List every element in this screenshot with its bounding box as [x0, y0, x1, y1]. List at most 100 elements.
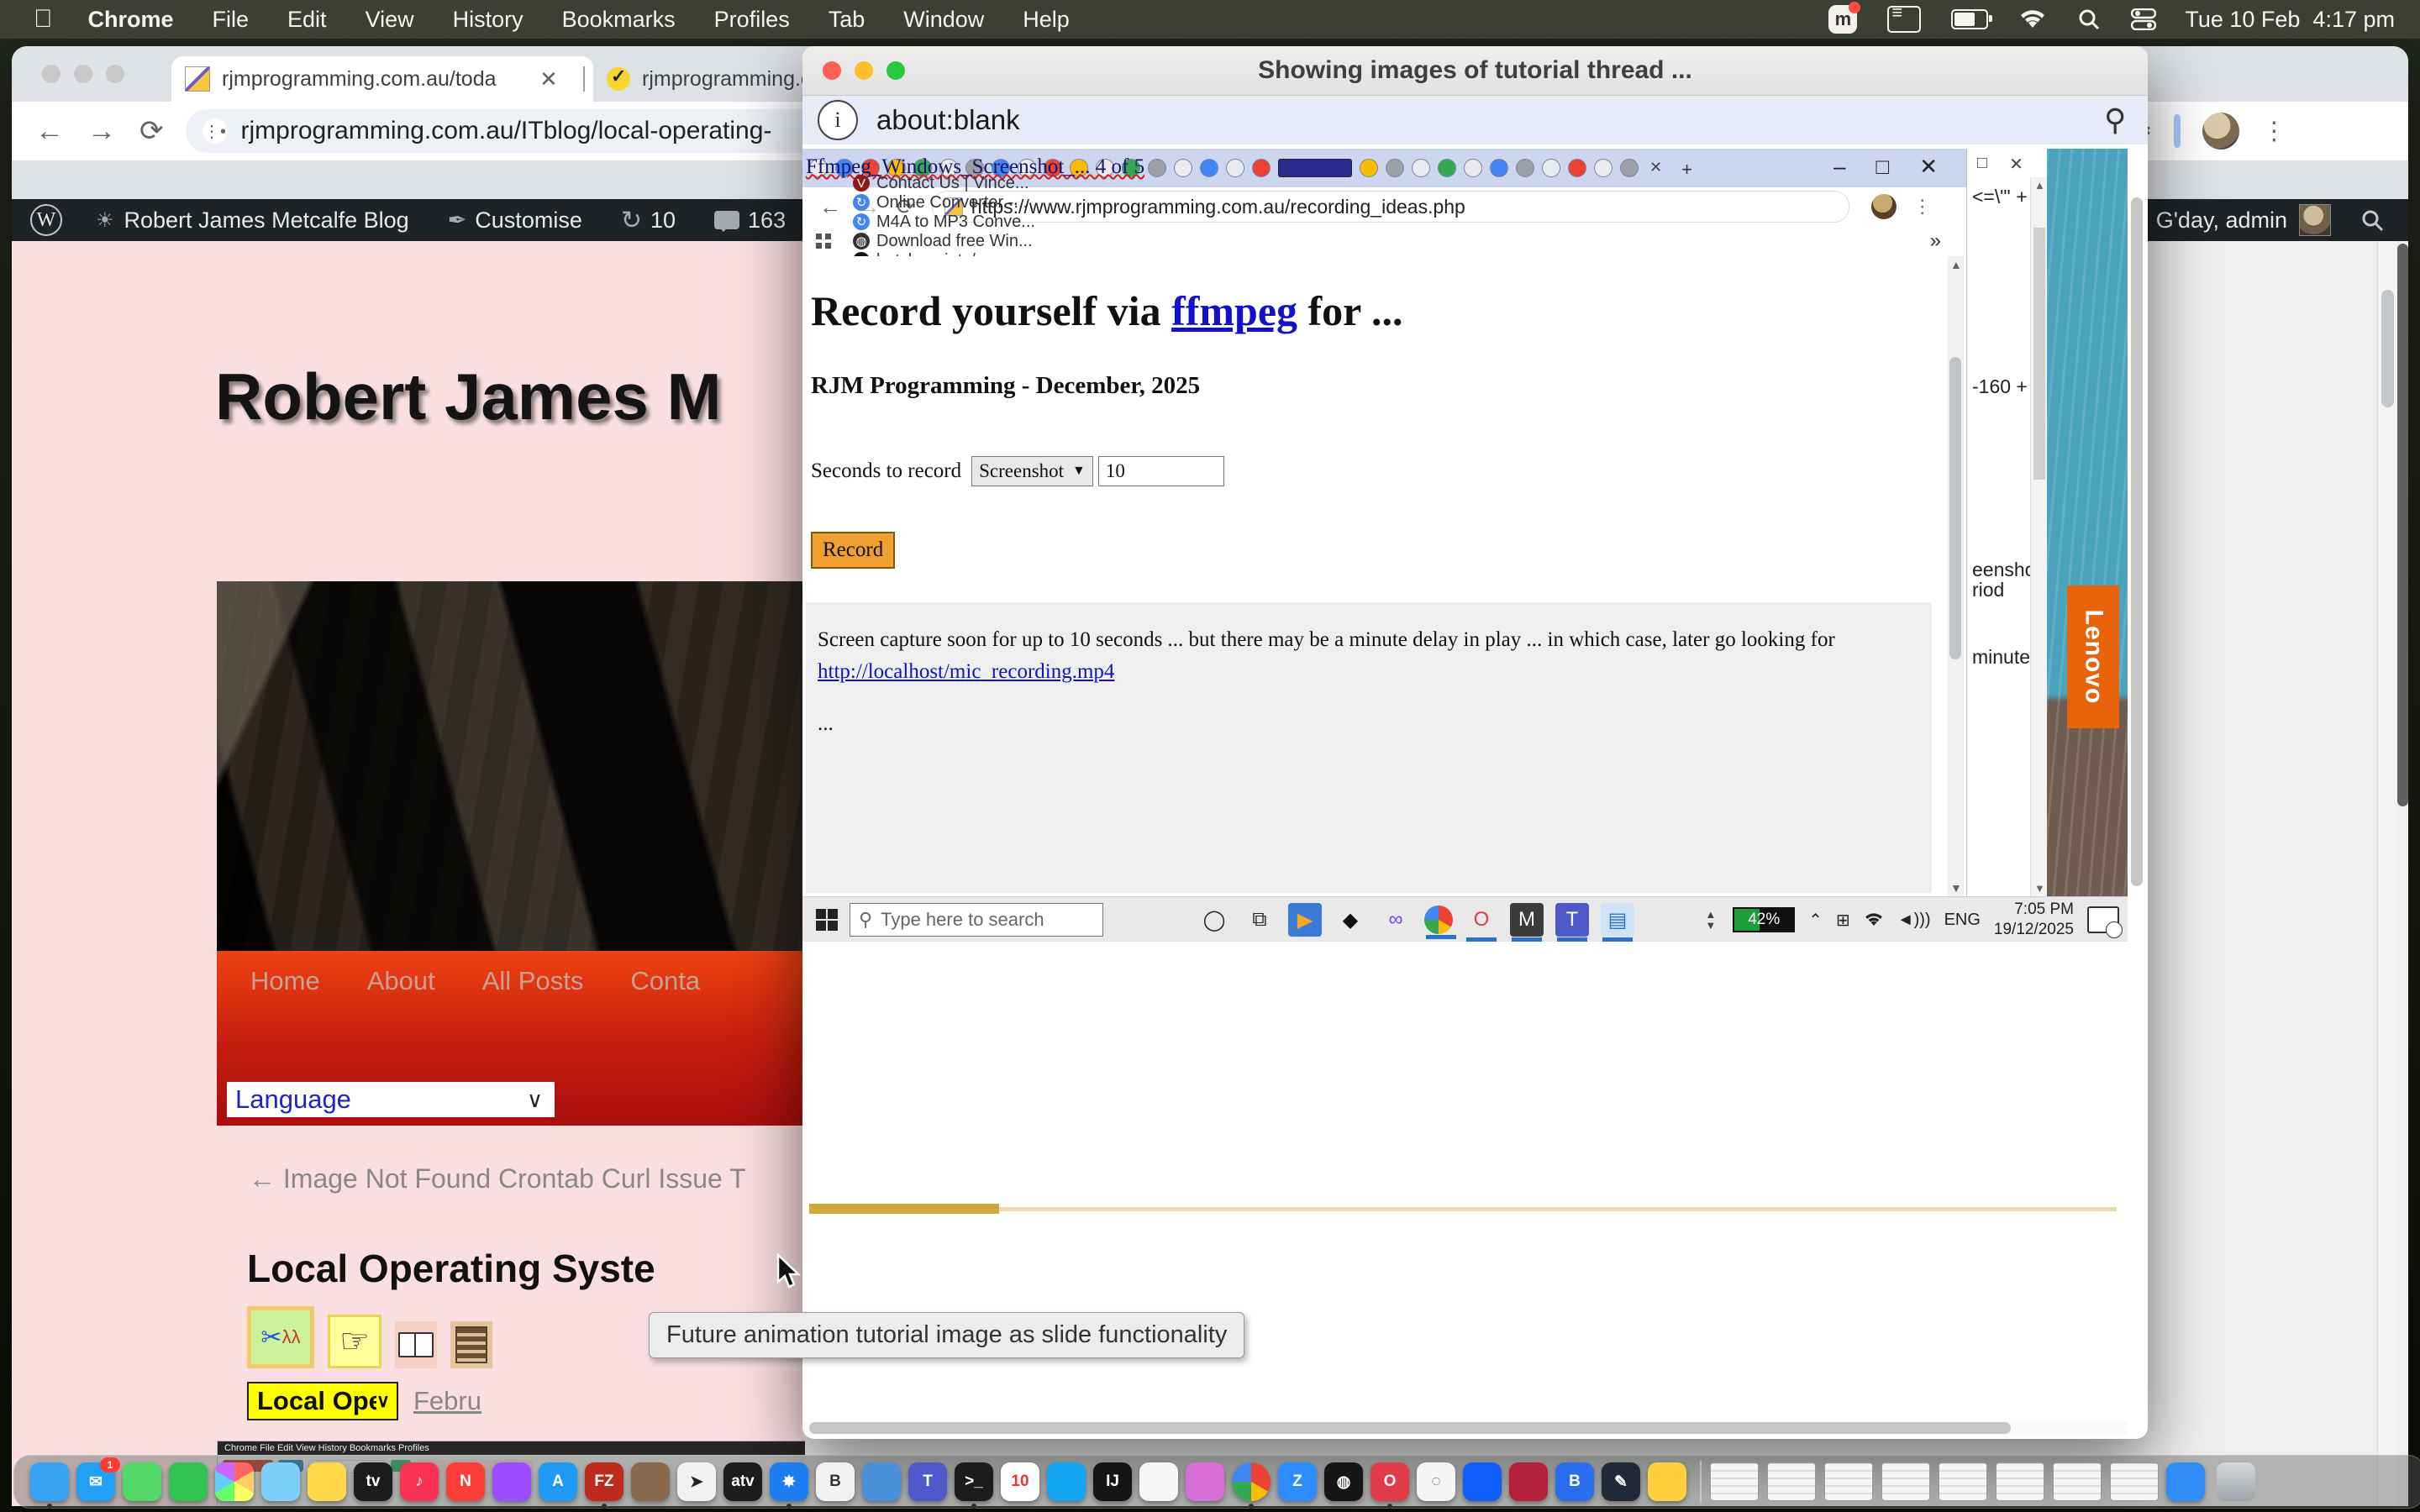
minimize-window-button[interactable] — [855, 61, 873, 80]
updates-count[interactable]: 10 — [650, 207, 676, 234]
previous-post-link[interactable]: ← Image Not Found Crontab Curl Issue T — [249, 1163, 746, 1194]
tab-blog[interactable]: rjmprogramming.com.au/toda ✕ — [171, 56, 593, 102]
mastodon-icon[interactable]: M — [1510, 903, 1544, 937]
popup-horizontal-scrollbar[interactable] — [802, 1420, 2128, 1436]
tutorial-screenshot-image[interactable]: ✕+ Ffmpeg_Windows_Screenshot_... 4 of 5 … — [802, 149, 2128, 942]
minimize-window-button[interactable] — [74, 65, 92, 83]
admin-search-icon[interactable] — [2360, 207, 2385, 233]
bluetooth-icon[interactable]: B — [1555, 1462, 1594, 1501]
apple-menu-icon[interactable]:  — [34, 5, 53, 34]
seconds-input[interactable]: 10 — [1098, 456, 1224, 486]
task-view-icon[interactable]: ⧉ — [1243, 903, 1276, 937]
inner-tab-favicon[interactable] — [1594, 159, 1612, 177]
mail-icon[interactable]: ✉1 — [76, 1462, 115, 1501]
inner-tab-favicon[interactable] — [1252, 159, 1270, 177]
facetime-icon[interactable] — [169, 1462, 208, 1501]
bookmark-item[interactable]: VContact Us | Vince... — [853, 174, 1040, 193]
minimized-window-thumbnail[interactable] — [1824, 1462, 1873, 1501]
minimized-window-thumbnail[interactable] — [1881, 1462, 1930, 1501]
site-name-link[interactable]: Robert James Metcalfe Blog — [124, 207, 409, 234]
shortcuts-icon[interactable] — [1047, 1462, 1086, 1501]
filezilla-icon[interactable]: FZ — [585, 1462, 623, 1501]
open-book-icon[interactable] — [395, 1321, 437, 1368]
music-icon[interactable]: ♪ — [400, 1462, 439, 1501]
menu-item-history[interactable]: History — [453, 7, 523, 32]
inner-tab-favicon[interactable] — [1490, 159, 1508, 177]
inner-tab-favicon[interactable] — [1568, 159, 1586, 177]
inner-tab-favicon[interactable] — [1148, 159, 1166, 177]
cursor-app-icon[interactable]: ➤ — [677, 1462, 716, 1501]
macos-overlay-scrollbar[interactable] — [2397, 244, 2408, 806]
minimized-window-thumbnail[interactable] — [1996, 1462, 2044, 1501]
film-strip-icon[interactable] — [450, 1321, 492, 1368]
page-scrollbar-thumb[interactable] — [2381, 290, 2394, 407]
raspberry-icon[interactable] — [1509, 1462, 1548, 1501]
menu-item-file[interactable]: File — [213, 7, 250, 32]
popup-vertical-scrollbar[interactable] — [2129, 149, 2144, 1392]
github-icon[interactable]: ◍ — [1324, 1462, 1363, 1501]
reload-button[interactable]: ⟳ — [139, 114, 164, 148]
chrome-icon[interactable] — [1232, 1462, 1270, 1501]
inner-tab-favicon[interactable] — [1620, 159, 1639, 177]
forward-button[interactable]: → — [87, 115, 116, 148]
month-link[interactable]: Febru — [413, 1386, 481, 1416]
battery-icon[interactable] — [1951, 9, 1988, 29]
inner-tab-favicon[interactable] — [1226, 159, 1244, 177]
menu-item-help[interactable]: Help — [1023, 7, 1070, 32]
admin-avatar[interactable] — [2299, 204, 2331, 236]
nav-link-about[interactable]: About — [367, 966, 435, 996]
docker-icon[interactable] — [1463, 1462, 1502, 1501]
chrome-icon[interactable] — [1424, 906, 1453, 934]
opera-icon[interactable]: O — [1370, 1462, 1409, 1501]
close-window-button[interactable] — [823, 61, 841, 80]
calendar-icon[interactable]: 10 — [1001, 1462, 1039, 1501]
photos-icon[interactable] — [215, 1462, 254, 1501]
mode-select[interactable]: Screenshot▼ — [971, 456, 1093, 486]
close-tab-icon[interactable]: ✕ — [1649, 159, 1662, 181]
minimized-window-thumbnail[interactable] — [2053, 1462, 2102, 1501]
safari-icon[interactable]: ✸ — [770, 1462, 808, 1501]
start-button-icon[interactable] — [816, 909, 838, 931]
zoom-icon[interactable]: Z — [1278, 1462, 1317, 1501]
inner-tab-favicon[interactable] — [1200, 159, 1218, 177]
notepadpp-icon[interactable]: ▤ — [1601, 903, 1634, 937]
page-scrollbar-track[interactable] — [2377, 241, 2396, 1506]
whatsapp-icon[interactable]: ◌ — [1417, 1462, 1455, 1501]
site-settings-icon[interactable]: ⋮• — [203, 118, 228, 144]
affinity-icon[interactable]: ✎ — [1602, 1462, 1640, 1501]
trash-icon[interactable] — [2217, 1462, 2255, 1501]
maps-icon[interactable] — [261, 1462, 300, 1501]
menu-item-profiles[interactable]: Profiles — [714, 7, 790, 32]
popup-window-controls[interactable] — [823, 61, 905, 80]
notes-icon[interactable] — [308, 1462, 346, 1501]
inner-tab-favicon[interactable] — [1386, 159, 1404, 177]
wordpress-logo-icon[interactable]: W — [30, 204, 62, 236]
bbedit-icon[interactable]: B — [816, 1462, 855, 1501]
zoom-window-button[interactable] — [106, 65, 124, 83]
downloads-folder-icon[interactable] — [2166, 1462, 2205, 1501]
inner-tab-favicon[interactable] — [1412, 159, 1430, 177]
news-icon[interactable]: N — [446, 1462, 485, 1501]
inner-tab-favicon[interactable] — [1464, 159, 1482, 177]
bookmark-item[interactable]: ↻M4A to MP3 Conve... — [853, 213, 1040, 232]
control-center-icon[interactable] — [2131, 8, 2156, 30]
bookmark-item[interactable]: ◍Download free Win... — [853, 232, 1040, 251]
app-store-icon[interactable]: A — [539, 1462, 577, 1501]
new-tab-icon[interactable]: + — [1681, 159, 1692, 181]
animation-crop-icon[interactable]: ✂λλ — [247, 1306, 314, 1368]
vm-icon[interactable] — [1648, 1462, 1686, 1501]
opera-icon[interactable]: O — [1465, 903, 1498, 937]
inner-tab-favicon[interactable] — [1438, 159, 1456, 177]
spotlight-search-icon[interactable] — [2077, 8, 2101, 31]
zoom-window-button[interactable] — [886, 61, 905, 80]
menu-item-tab[interactable]: Tab — [829, 7, 865, 32]
minimized-window-thumbnail[interactable] — [1767, 1462, 1816, 1501]
period-select[interactable]: Local Ope ∨ — [247, 1382, 398, 1420]
nav-link-home[interactable]: Home — [250, 966, 320, 996]
minimized-window-thumbnail[interactable] — [1710, 1462, 1759, 1501]
tv-icon[interactable]: tv — [354, 1462, 392, 1501]
inner-tab-favicon[interactable] — [1278, 159, 1352, 177]
customise-link[interactable]: Customise — [475, 207, 582, 234]
language-select[interactable]: Language ∨ — [227, 1082, 555, 1117]
photos-icon[interactable]: ▶ — [1288, 903, 1322, 937]
